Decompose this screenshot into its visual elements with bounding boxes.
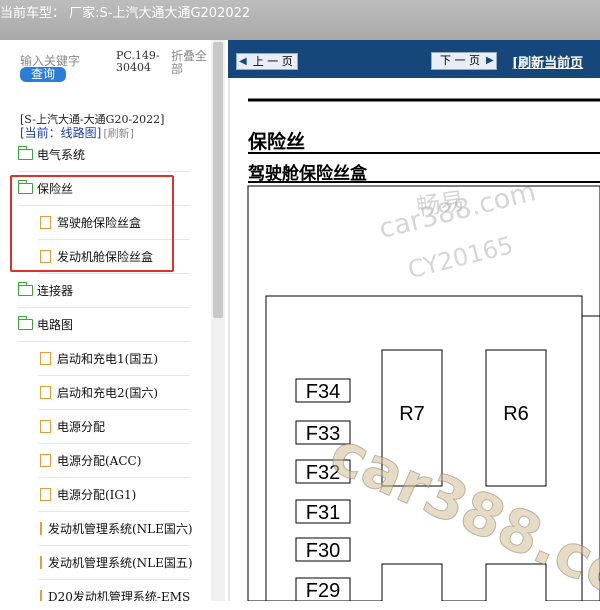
section-subheading: 驾驶舱保险丝盒 <box>248 163 368 184</box>
fuse-label: F30 <box>306 540 340 562</box>
tree-item-label: 启动和充电1(国五) <box>57 352 158 366</box>
relay-label: R6 <box>503 403 529 425</box>
document-icon <box>40 454 51 467</box>
document-icon <box>40 488 51 501</box>
prev-page-label: 上 一 页 <box>252 55 293 68</box>
section-heading: 保险丝 <box>247 130 305 153</box>
document-icon <box>40 590 42 601</box>
tree-item-circuit-diagrams[interactable]: 电路图 <box>18 308 190 342</box>
scrollbar-thumb[interactable] <box>213 42 223 318</box>
tree-item-label: 电气系统 <box>37 148 86 162</box>
tree-item-label: 启动和充电2(国六) <box>57 386 158 400</box>
tree-item-start-charge-1[interactable]: 启动和充电1(国五) <box>38 342 190 376</box>
current-vehicle-title: 当前车型： 厂家:S-上汽大通大通G202022 <box>0 6 251 21</box>
tree-item-ems-nle-6[interactable]: 发动机管理系统(NLE国六) <box>38 512 193 546</box>
fuse-label: F33 <box>306 423 340 445</box>
tree-item-label: 发动机管理系统(NLE国六) <box>48 522 193 536</box>
next-page-button[interactable]: 下 一 页 ▶ <box>431 52 497 70</box>
sidebar: 输入关键字 查询 PC.149-30404 折叠全部 [S-上汽大通-大通G20… <box>0 40 228 601</box>
fuse-label: F34 <box>306 381 340 403</box>
fuse-label: F31 <box>306 502 340 524</box>
folder-icon <box>18 282 33 296</box>
tree-item-label: 电源分配(IG1) <box>57 488 137 502</box>
tree-item-label: 连接器 <box>37 284 74 298</box>
arrow-left-icon: ◀ <box>239 56 247 67</box>
tree-item-electrical-system[interactable]: 电气系统 <box>18 138 190 172</box>
search-button[interactable]: 查询 <box>20 67 66 82</box>
refresh-page-link[interactable]: [刷新当前页 <box>512 52 583 71</box>
relay-label: R7 <box>399 403 425 425</box>
tree-item-label: 电源分配(ACC) <box>57 454 142 468</box>
prev-page-button[interactable]: ◀ 上 一 页 <box>236 53 298 70</box>
document-icon <box>40 522 42 535</box>
title-bar: 当前车型： 厂家:S-上汽大通大通G202022 <box>0 0 600 40</box>
tree-item-power-distribution[interactable]: 电源分配 <box>38 410 190 444</box>
collapse-all-button[interactable]: 折叠全部 <box>171 50 211 76</box>
document-icon <box>40 352 51 365</box>
pc-code: PC.149-30404 <box>116 49 160 74</box>
tree-item-label: 电路图 <box>37 318 74 332</box>
document-icon <box>40 386 51 399</box>
tree-item-ems-nle-5[interactable]: 发动机管理系统(NLE国五) <box>38 546 193 580</box>
folder-icon <box>18 146 33 160</box>
tree-item-connectors[interactable]: 连接器 <box>18 274 190 308</box>
next-page-label: 下 一 页 <box>440 54 480 67</box>
document-icon <box>40 556 42 569</box>
arrow-right-icon: ▶ <box>486 55 494 66</box>
folder-open-icon <box>18 316 33 330</box>
tree-item-label: 发动机管理系统(NLE国五) <box>48 556 193 570</box>
tree-item-label: 电源分配 <box>57 420 106 434</box>
tree-item-power-distribution-ig1[interactable]: 电源分配(IG1) <box>38 478 190 512</box>
sidebar-scrollbar[interactable] <box>211 40 225 601</box>
tree-item-start-charge-2[interactable]: 启动和充电2(国六) <box>38 376 190 410</box>
tree-item-d20-ems[interactable]: D20发动机管理系统-EMS <box>38 580 190 601</box>
highlight-annotation-box <box>10 175 174 272</box>
fuse-label: F29 <box>306 580 340 601</box>
tree-item-label: D20发动机管理系统-EMS <box>48 590 191 601</box>
document-icon <box>40 420 51 433</box>
tree-item-power-distribution-acc[interactable]: 电源分配(ACC) <box>38 444 190 478</box>
